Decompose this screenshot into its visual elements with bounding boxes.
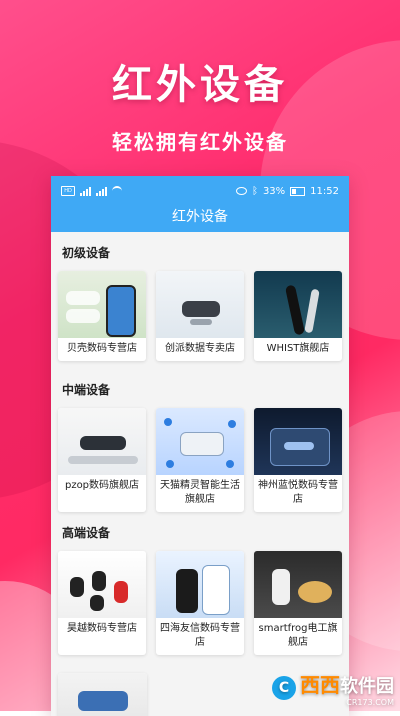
- clock: 11:52: [310, 185, 339, 197]
- product-image: [156, 551, 244, 618]
- product-card[interactable]: 四海友信数码专营店: [156, 551, 244, 655]
- shop-name: 神州蓝悦数码专营店: [258, 480, 338, 505]
- product-card[interactable]: smartfrog电工旗舰店: [254, 551, 342, 655]
- app-bar: 红外设备: [51, 206, 349, 232]
- product-grid: 贝壳数码专营店 创派数据专卖店 WHIST旗舰店: [58, 271, 342, 361]
- product-image: [156, 408, 244, 475]
- shop-name: 天猫精灵智能生活旗舰店: [160, 480, 240, 505]
- bluetooth-icon: ᛒ: [251, 185, 258, 197]
- product-image: [156, 271, 244, 338]
- logo-icon: C: [272, 676, 296, 700]
- shop-name: pzop数码旗舰店: [64, 480, 140, 491]
- shop-name: WHIST旗舰店: [266, 343, 330, 354]
- status-bar: HD ᛒ 33% 11:52: [51, 176, 349, 206]
- battery-percent: 33%: [262, 185, 286, 197]
- watermark-url: CR173.COM: [346, 698, 394, 707]
- section-title: 初级设备: [62, 246, 111, 260]
- product-card[interactable]: 天猫精灵智能生活旗舰店: [156, 408, 244, 512]
- product-card[interactable]: [58, 673, 147, 716]
- product-image: [254, 551, 342, 618]
- watermark-brand: 西西: [300, 673, 340, 697]
- phone-screen: HD ᛒ 33% 11:52 红外设备 初级设备 贝壳数码专营店 创派数据专卖店…: [51, 176, 349, 716]
- promo-title: 红外设备: [112, 62, 288, 108]
- product-card[interactable]: 贝壳数码专营店: [58, 271, 146, 361]
- wifi-icon: [112, 186, 122, 196]
- shop-name: smartfrog电工旗舰店: [258, 623, 338, 648]
- signal-icon: [80, 186, 91, 196]
- shop-name: 贝壳数码专营店: [67, 343, 137, 354]
- shop-name: 创派数据专卖店: [165, 343, 235, 354]
- product-image: [58, 271, 146, 338]
- shop-name: 四海友信数码专营店: [160, 623, 240, 648]
- promo-subtitle: 轻松拥有红外设备: [112, 130, 288, 154]
- product-card[interactable]: WHIST旗舰店: [254, 271, 342, 361]
- product-image: [58, 673, 147, 716]
- product-card[interactable]: 昊越数码专营店: [58, 551, 146, 655]
- watermark-name: 软件园: [340, 676, 394, 697]
- product-image: [58, 551, 146, 618]
- shop-name: 昊越数码专营店: [67, 623, 137, 634]
- product-card[interactable]: pzop数码旗舰店: [58, 408, 146, 512]
- product-card[interactable]: 神州蓝悦数码专营店: [254, 408, 342, 512]
- product-image: [254, 271, 342, 338]
- eye-icon: [235, 187, 247, 195]
- product-card[interactable]: 创派数据专卖店: [156, 271, 244, 361]
- sim-icon: HD: [61, 186, 75, 196]
- product-image: [58, 408, 146, 475]
- app-bar-title: 红外设备: [172, 209, 228, 225]
- section-title: 中端设备: [62, 383, 111, 397]
- product-image: [254, 408, 342, 475]
- product-grid: pzop数码旗舰店 天猫精灵智能生活旗舰店 神州蓝悦数码专营店: [58, 408, 342, 512]
- battery-icon: [290, 186, 306, 196]
- section-title: 高端设备: [62, 526, 111, 540]
- product-list: 初级设备 贝壳数码专营店 创派数据专卖店 WHIST旗舰店 中端设备 pzop数…: [51, 232, 349, 716]
- site-watermark: C 西西软件园 CR173.COM: [272, 669, 394, 707]
- signal-icon: [96, 186, 107, 196]
- product-grid: 昊越数码专营店 四海友信数码专营店 smartfrog电工旗舰店: [58, 551, 342, 655]
